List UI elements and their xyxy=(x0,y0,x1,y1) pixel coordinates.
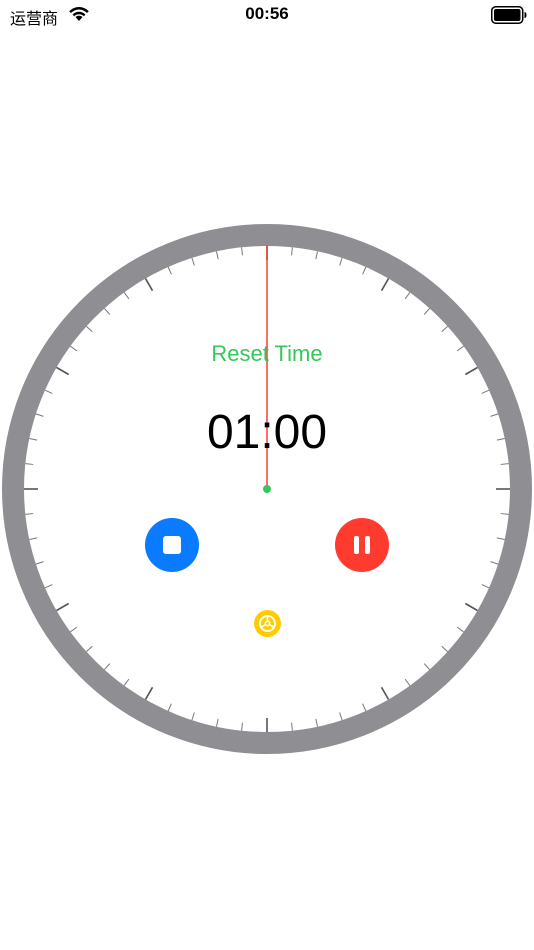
dial-minor-tick xyxy=(123,292,130,300)
dial-major-tick xyxy=(144,278,154,292)
dial-minor-tick xyxy=(481,389,490,394)
dial-minor-tick xyxy=(315,718,319,727)
dial-major-tick xyxy=(464,602,478,612)
dial-major-tick xyxy=(380,686,390,700)
dial-minor-tick xyxy=(315,251,319,260)
dial-minor-tick xyxy=(191,712,195,721)
dial-minor-tick xyxy=(86,645,93,652)
dial-minor-tick xyxy=(44,389,53,394)
dial-minor-tick xyxy=(423,308,430,315)
gear-icon xyxy=(259,615,276,632)
dial-minor-tick xyxy=(423,663,430,670)
timer-display: 01:00 xyxy=(206,406,328,459)
dial-minor-tick xyxy=(167,266,172,275)
dial-major-tick xyxy=(56,366,70,376)
dial-minor-tick xyxy=(291,722,293,731)
dial-minor-tick xyxy=(291,247,293,256)
dial-minor-tick xyxy=(339,257,343,266)
pause-icon-bar-right xyxy=(365,536,370,554)
dial-minor-tick xyxy=(490,561,499,565)
pause-button[interactable] xyxy=(335,518,389,572)
stop-button[interactable] xyxy=(145,518,199,572)
dial-minor-tick xyxy=(500,463,509,465)
dial-minor-tick xyxy=(25,463,34,465)
dial-minor-tick xyxy=(70,626,78,633)
dial-minor-tick xyxy=(104,663,111,670)
dial-minor-tick xyxy=(35,561,44,565)
stop-icon xyxy=(163,536,181,554)
settings-button[interactable] xyxy=(254,610,281,637)
dial-minor-tick xyxy=(191,257,195,266)
dial-minor-tick xyxy=(123,678,130,686)
dial-minor-tick xyxy=(29,537,38,541)
dial-minor-tick xyxy=(241,722,243,731)
reset-time-label[interactable]: Reset Time xyxy=(0,341,534,367)
dial-minor-tick xyxy=(441,645,448,652)
dial-minor-tick xyxy=(404,292,411,300)
dial-major-tick xyxy=(380,278,390,292)
dial-major-tick xyxy=(144,686,154,700)
dial-center-dot xyxy=(263,485,271,493)
dial-minor-tick xyxy=(441,326,448,333)
dial-major-tick xyxy=(56,602,70,612)
dial-minor-tick xyxy=(215,251,219,260)
dial-minor-tick xyxy=(339,712,343,721)
dial-minor-tick xyxy=(362,703,367,712)
dial-minor-tick xyxy=(456,626,464,633)
dial-minor-tick xyxy=(86,326,93,333)
timer-dial xyxy=(2,224,532,754)
dial-minor-tick xyxy=(215,718,219,727)
dial-minor-tick xyxy=(404,678,411,686)
dial-minor-tick xyxy=(167,703,172,712)
dial-minor-tick xyxy=(362,266,367,275)
dial-minor-tick xyxy=(481,584,490,589)
dial-minor-tick xyxy=(25,513,34,515)
dial-minor-tick xyxy=(496,537,505,541)
dial-minor-tick xyxy=(104,308,111,315)
dial-minor-tick xyxy=(500,513,509,515)
dial-minor-tick xyxy=(241,247,243,256)
dial-minor-tick xyxy=(44,584,53,589)
dial-major-tick xyxy=(464,366,478,376)
pause-icon-bar-left xyxy=(354,536,359,554)
